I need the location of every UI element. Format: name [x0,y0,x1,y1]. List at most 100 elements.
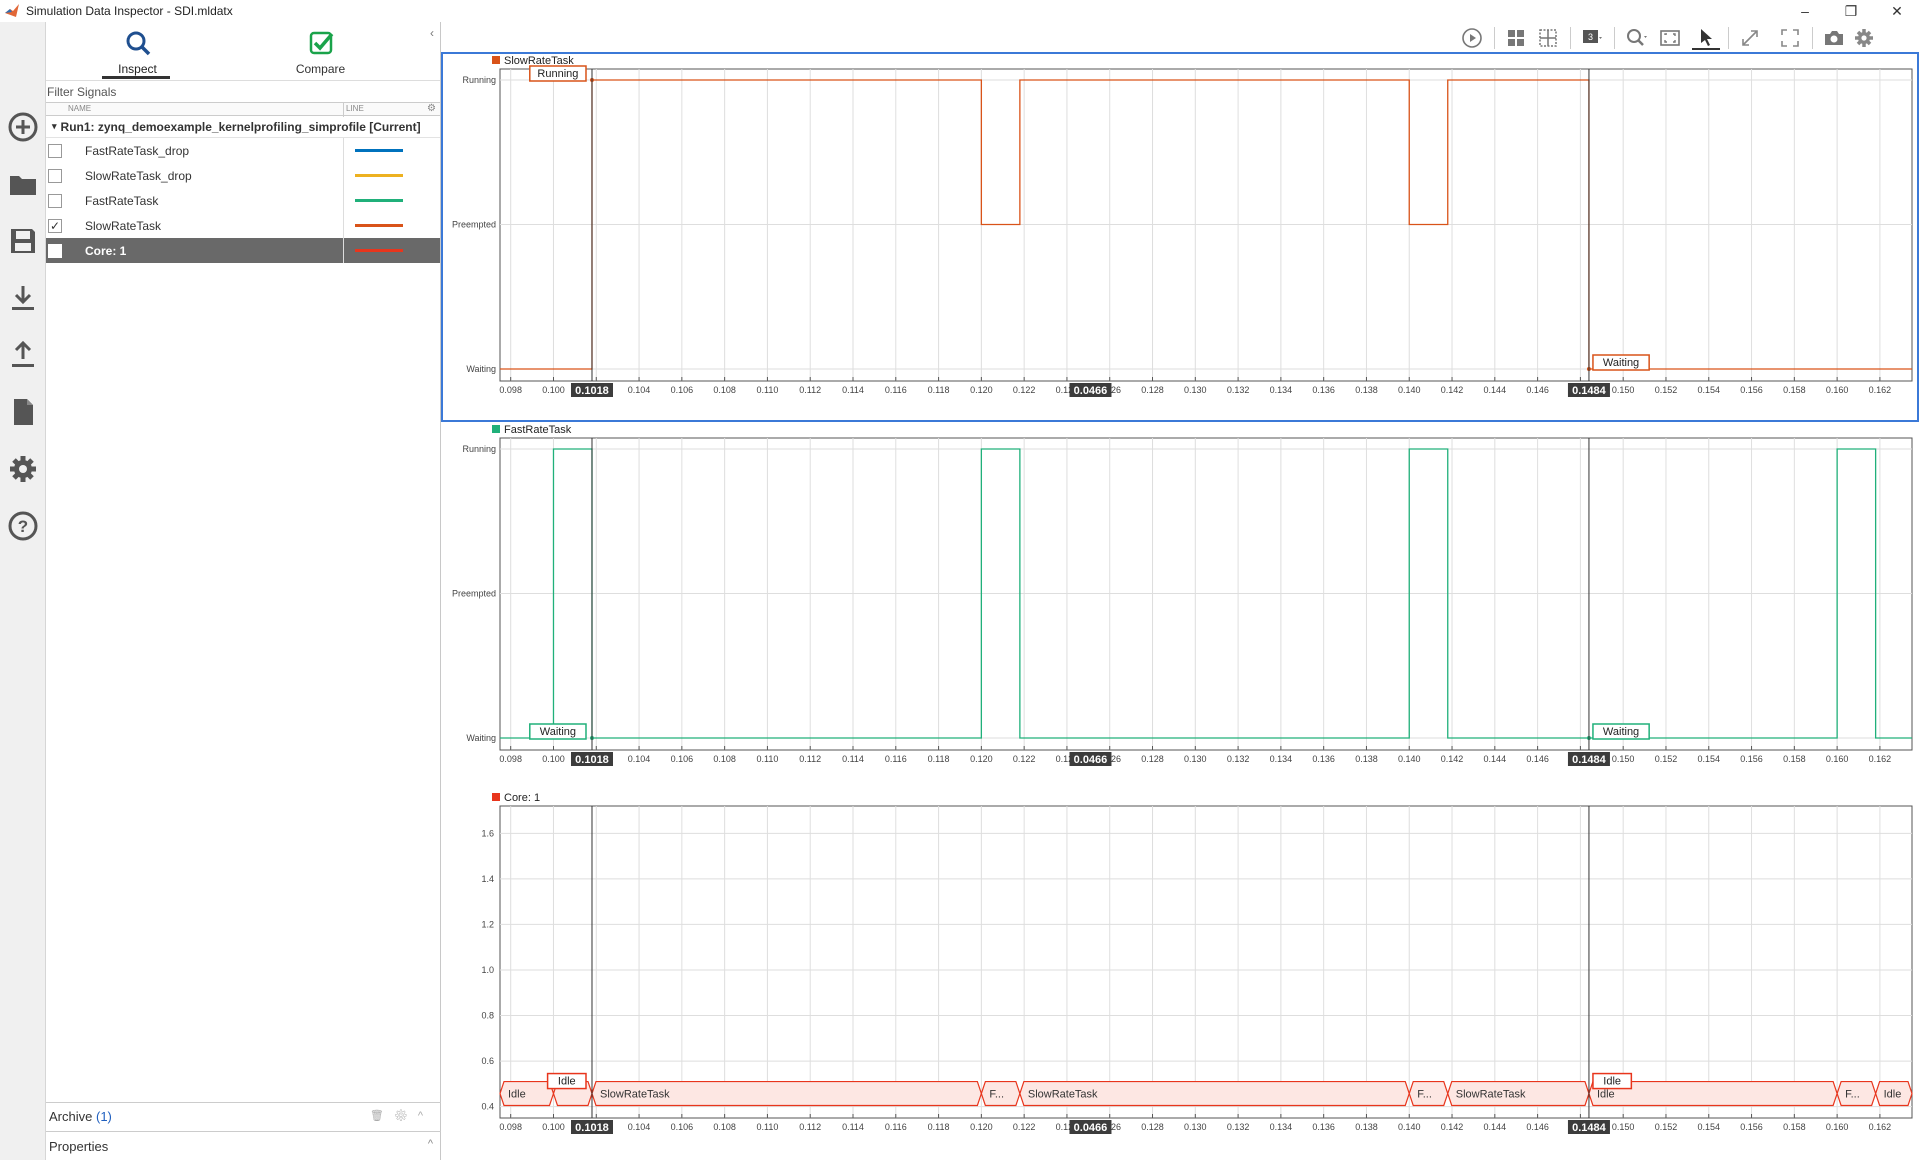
left-toolbar: ? [0,22,46,1160]
signal-row[interactable]: Core: 1 [46,238,440,263]
visualization-settings-button[interactable] [1850,26,1878,50]
x-tick-label: 0.106 [671,1122,694,1132]
new-session-button[interactable] [0,98,46,155]
tab-compare[interactable]: Compare [229,22,412,80]
close-button[interactable]: ✕ [1874,0,1920,22]
signal-line-style[interactable] [355,174,403,177]
help-button[interactable]: ? [0,497,46,554]
chart-svg: SlowRateTask0.0980.1000.1020.1040.1060.1… [452,55,1913,397]
help-icon: ? [8,511,38,540]
snapshot-button[interactable] [1820,26,1848,50]
column-header-name[interactable]: NAME [68,104,91,113]
x-tick-label: 0.098 [499,1122,522,1132]
column-header-line[interactable]: LINE [346,104,364,113]
chart-svg: FastRateTask0.0980.1000.1020.1040.1060.1… [452,424,1913,766]
export-button[interactable] [0,326,46,383]
plot-axes [499,805,1913,1119]
x-tick-label: 0.110 [756,1122,778,1132]
left-cursor-readout: 0.1018 [575,1122,609,1134]
cursor-button[interactable] [1692,26,1720,50]
cursor-value-label: Waiting [1603,726,1639,738]
x-tick-label: 0.130 [1184,754,1207,764]
open-button[interactable] [0,155,46,212]
archive-settings-icon[interactable]: ⚙ [394,1110,418,1122]
x-tick-label: 0.128 [1141,1122,1164,1132]
x-tick-label: 0.138 [1355,385,1378,395]
x-tick-label: 0.140 [1398,754,1421,764]
filter-signals-input[interactable]: Filter Signals [46,80,440,102]
signal-row[interactable]: SlowRateTask_drop [46,163,440,188]
import-button[interactable] [0,269,46,326]
x-tick-label: 0.160 [1826,754,1849,764]
y-tick-label: Waiting [466,733,496,743]
chevron-up-icon[interactable]: ^ [418,1110,433,1122]
cursor-value-label: Idle [1603,1076,1621,1088]
x-tick-label: 0.152 [1655,1122,1678,1132]
subplot-count-button[interactable]: 3 [1578,26,1606,50]
y-tick-label: Running [462,444,496,454]
collapse-sidebar-icon[interactable]: ‹ [430,26,434,40]
state-segment-label: F... [989,1089,1004,1101]
svg-text:3: 3 [1588,32,1593,42]
layout-button[interactable] [1502,26,1530,50]
chevron-up-icon[interactable]: ^ [428,1138,433,1150]
subplot-layout-button[interactable] [1534,26,1562,50]
signal-line-style[interactable] [355,224,403,227]
run-label: Run1: zynq_demoexample_kernelprofiling_s… [60,119,421,134]
archive-section[interactable]: Archive (1) 🗑⚙^ [46,1102,441,1129]
replay-button[interactable] [1458,26,1486,50]
layout-grid-icon [1508,30,1524,46]
signal-checkbox[interactable]: ✓ [48,219,62,233]
expand-button[interactable] [1736,26,1764,50]
zoom-button[interactable] [1622,26,1650,50]
signal-line-style[interactable] [355,199,403,202]
signal-checkbox[interactable] [48,169,62,183]
signal-table-header: NAME LINE ⚙ [46,102,440,117]
x-tick-label: 0.100 [542,385,565,395]
signal-line-style[interactable] [355,249,403,252]
x-tick-label: 0.142 [1441,754,1464,764]
save-icon [11,228,35,253]
tab-inspect[interactable]: Inspect [46,22,229,80]
x-tick-label: 0.130 [1184,385,1207,395]
run-row[interactable]: ▾ Run1: zynq_demoexample_kernelprofiling… [46,116,440,138]
signal-checkbox[interactable] [48,194,62,208]
fit-to-view-button[interactable] [1656,26,1684,50]
chart-title: SlowRateTask [504,55,574,67]
expand-run-icon[interactable]: ▾ [52,121,57,132]
signal-checkbox[interactable] [48,244,62,258]
x-tick-label: 0.136 [1312,1122,1335,1132]
column-settings-icon[interactable]: ⚙ [427,103,436,114]
x-tick-label: 0.134 [1270,1122,1293,1132]
preferences-button[interactable] [0,440,46,497]
signal-row[interactable]: ✓ SlowRateTask [46,213,440,238]
x-tick-label: 0.130 [1184,1122,1207,1132]
plot-area: SlowRateTask0.0980.1000.1020.1040.1060.1… [441,52,1920,1160]
x-tick-label: 0.142 [1441,385,1464,395]
restore-button[interactable]: ❐ [1828,0,1874,22]
archive-label: Archive [49,1108,93,1124]
x-tick-label: 0.122 [1013,754,1036,764]
signal-row[interactable]: FastRateTask_drop [46,138,440,163]
trash-icon[interactable]: 🗑 [370,1110,394,1122]
save-button[interactable] [0,212,46,269]
x-tick-label: 0.158 [1783,385,1806,395]
x-tick-label: 0.110 [756,385,778,395]
properties-section[interactable]: Properties ^ [46,1131,441,1160]
signal-line-style[interactable] [355,149,403,152]
chart-svg: Core: 10.0980.1000.1020.1040.1060.1080.1… [481,792,1913,1134]
report-button[interactable] [0,383,46,440]
right-cursor-readout: 0.1484 [1572,385,1607,397]
subplot-fastratetask[interactable]: FastRateTask0.0980.1000.1020.1040.1060.1… [442,422,1918,790]
x-tick-label: 0.112 [799,385,821,395]
minimize-button[interactable]: – [1782,0,1828,22]
signal-checkbox[interactable] [48,144,62,158]
subplot-core-1[interactable]: Core: 10.0980.1000.1020.1040.1060.1080.1… [442,790,1918,1158]
fullscreen-button[interactable] [1776,26,1804,50]
legend-swatch [492,56,500,64]
plot-toolbar: 3 [442,22,1920,54]
gear-icon [10,455,36,482]
subplot-slowratetask[interactable]: SlowRateTask0.0980.1000.1020.1040.1060.1… [441,52,1919,422]
signal-row[interactable]: FastRateTask [46,188,440,213]
x-tick-label: 0.098 [499,754,522,764]
